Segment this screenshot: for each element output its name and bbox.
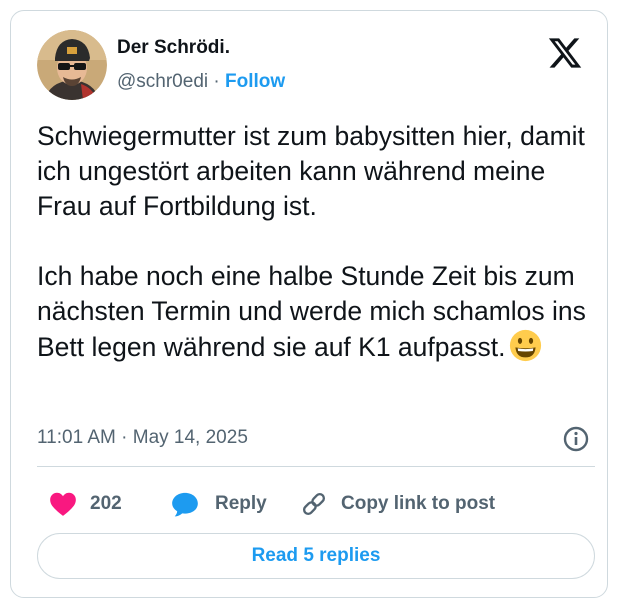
like-button[interactable]: 202 (49, 489, 122, 519)
author-name[interactable]: Der Schrödi. (117, 37, 230, 59)
copy-link-button[interactable]: Copy link to post (300, 489, 495, 519)
reply-button[interactable]: Reply (171, 489, 267, 519)
divider (37, 466, 595, 467)
x-logo-icon[interactable] (547, 35, 583, 71)
tweet-paragraph-2: Ich habe noch eine halbe Stunde Zeit bis… (37, 259, 597, 371)
grinning-face-emoji-icon (509, 329, 542, 371)
reply-label: Reply (215, 493, 267, 514)
like-count: 202 (90, 493, 122, 514)
author-handle[interactable]: @schr0edi (117, 71, 208, 92)
reply-bubble-icon (172, 492, 198, 517)
tweet-paragraph-1: Schwiegermutter ist zum babysitten hier,… (37, 121, 585, 221)
copy-link-label: Copy link to post (341, 493, 496, 514)
tweet-paragraph-2-text: Ich habe noch eine halbe Stunde Zeit bis… (37, 261, 586, 362)
follow-button[interactable]: Follow (225, 71, 285, 92)
info-icon[interactable] (561, 424, 591, 454)
tweet-timestamp[interactable]: 11:01 AM · May 14, 2025 (37, 427, 248, 449)
heart-icon (50, 492, 76, 516)
avatar[interactable] (37, 30, 107, 100)
meta-separator: · (213, 71, 220, 92)
link-icon (302, 492, 326, 516)
author-meta: @schr0edi · Follow (117, 71, 285, 93)
read-replies-label: Read 5 replies (251, 545, 381, 566)
tweet-card: Der Schrödi. @schr0edi · Follow Schwiege… (10, 10, 608, 598)
tweet-text: Schwiegermutter ist zum babysitten hier,… (37, 119, 597, 371)
read-replies-button[interactable]: Read 5 replies (37, 533, 595, 579)
